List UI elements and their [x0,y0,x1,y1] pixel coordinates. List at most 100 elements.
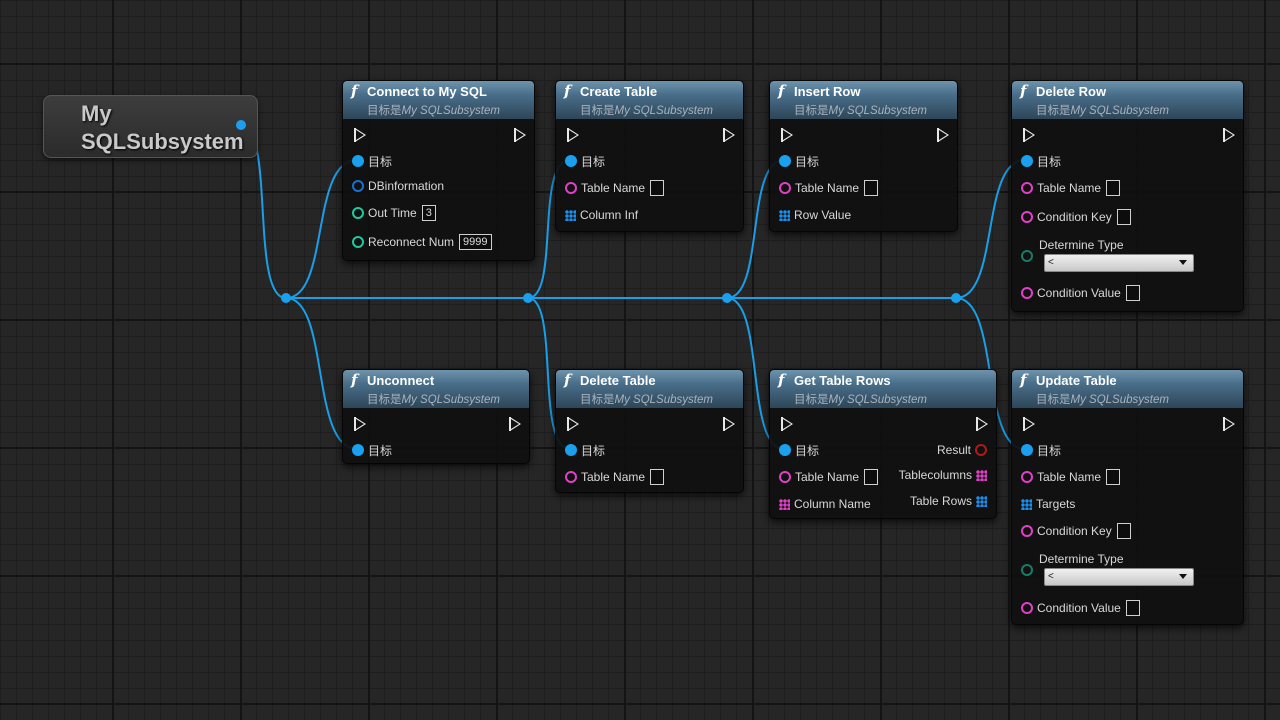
condition-key-pin[interactable] [1021,211,1033,223]
determine-type-pin[interactable] [1021,564,1033,576]
exec-out-pin[interactable] [1223,128,1235,142]
table-name-pin[interactable] [565,182,577,194]
node-header: f Connect to My SQL 目标是My SQLSubsystem [343,81,534,119]
exec-in-pin[interactable] [1023,128,1035,142]
determine-type-label: Determine Type [1039,238,1124,252]
table-rows-pin[interactable] [976,495,987,507]
out-time-pin[interactable] [352,207,364,219]
node-unconnect[interactable]: f Unconnect 目标是My SQLSubsystem 目标 [342,369,530,464]
node-delete-row[interactable]: f Delete Row 目标是My SQLSubsystem 目标 Table… [1011,80,1244,312]
table-name-pin[interactable] [1021,471,1033,483]
target-pin-row: 目标 [565,151,605,171]
condition-key-input[interactable] [1116,523,1131,539]
table-name-pin-row: Table Name [779,178,879,198]
table-name-pin[interactable] [1021,182,1033,194]
dbinfo-pin[interactable] [352,180,364,192]
exec-in-pin[interactable] [354,417,366,431]
node-subtitle: 目标是My SQLSubsystem [367,105,500,117]
condition-value-pin-row: Condition Value [1021,598,1140,618]
node-subtitle: 目标是My SQLSubsystem [1036,105,1169,117]
column-inf-pin[interactable] [565,209,576,221]
exec-in-pin[interactable] [1023,417,1035,431]
table-name-input[interactable] [650,469,665,485]
condition-value-pin[interactable] [1021,602,1033,614]
reconnect-num-input[interactable]: 9999 [459,234,492,250]
condition-value-pin-row: Condition Value [1021,283,1140,303]
target-pin[interactable] [1021,155,1033,167]
condition-value-pin[interactable] [1021,287,1033,299]
tablecolumns-pin[interactable] [976,469,987,481]
reconnect-num-pin[interactable] [352,236,364,248]
condition-value-input[interactable] [1125,600,1140,616]
out-time-input[interactable]: 3 [421,205,436,221]
target-pin[interactable] [779,444,791,456]
target-pin[interactable] [565,444,577,456]
target-pin[interactable] [352,444,364,456]
node-subtitle: 目标是My SQLSubsystem [367,394,500,406]
table-name-pin-row: Table Name [565,178,665,198]
node-header: f Get Table Rows 目标是My SQLSubsystem [770,370,996,408]
column-name-pin[interactable] [779,498,790,510]
node-create-table[interactable]: f Create Table 目标是My SQLSubsystem 目标 Tab… [555,80,744,232]
result-pin[interactable] [975,444,987,456]
table-name-pin[interactable] [565,471,577,483]
column-name-pin-row: Column Name [779,494,871,514]
subsystem-output-pin[interactable] [236,120,246,130]
function-icon: f [351,82,358,100]
exec-out-pin[interactable] [723,417,735,431]
node-update-table[interactable]: f Update Table 目标是My SQLSubsystem 目标 Tab… [1011,369,1244,625]
targets-pin-row: Targets [1021,494,1075,514]
row-value-pin[interactable] [779,209,790,221]
table-rows-pin-row: Table Rows [910,491,987,511]
exec-in-pin[interactable] [781,417,793,431]
node-header: f Create Table 目标是My SQLSubsystem [556,81,743,119]
table-name-pin[interactable] [779,182,791,194]
subsystem-reference-node[interactable]: My SQLSubsystem [43,95,258,158]
row-value-pin-row: Row Value [779,205,851,225]
node-insert-row[interactable]: f Insert Row 目标是My SQLSubsystem 目标 Table… [769,80,958,232]
exec-out-pin[interactable] [937,128,949,142]
exec-in-pin[interactable] [354,128,366,142]
targets-pin[interactable] [1021,498,1032,510]
chevron-down-icon [1179,574,1187,579]
condition-key-pin-row: Condition Key [1021,207,1131,227]
target-pin[interactable] [779,155,791,167]
dbinfo-pin-row: DBinformation [352,176,444,196]
target-pin-row: 目标 [565,440,605,460]
node-connect-to-mysql[interactable]: f Connect to My SQL 目标是My SQLSubsystem 目… [342,80,535,261]
condition-key-pin[interactable] [1021,525,1033,537]
exec-in-pin[interactable] [567,417,579,431]
determine-type-select[interactable]: < [1044,568,1194,586]
target-pin[interactable] [1021,444,1033,456]
node-header: f Insert Row 目标是My SQLSubsystem [770,81,957,119]
target-pin-row: 目标 [779,440,819,460]
table-name-input[interactable] [650,180,665,196]
exec-out-pin[interactable] [1223,417,1235,431]
target-pin[interactable] [565,155,577,167]
function-icon: f [778,82,785,100]
exec-out-pin[interactable] [976,417,988,431]
node-title: Update Table [1036,373,1117,388]
node-title: Connect to My SQL [367,84,487,99]
node-get-table-rows[interactable]: f Get Table Rows 目标是My SQLSubsystem 目标 T… [769,369,997,519]
determine-type-pin[interactable] [1021,250,1033,262]
condition-value-input[interactable] [1125,285,1140,301]
target-pin-row: 目标 [1021,440,1061,460]
table-name-input[interactable] [864,469,879,485]
target-pin[interactable] [352,155,364,167]
node-title: Insert Row [794,84,861,99]
condition-key-input[interactable] [1116,209,1131,225]
table-name-input[interactable] [1106,180,1121,196]
table-name-pin[interactable] [779,471,791,483]
exec-out-pin[interactable] [514,128,526,142]
node-delete-table[interactable]: f Delete Table 目标是My SQLSubsystem 目标 Tab… [555,369,744,493]
determine-type-select[interactable]: < [1044,254,1194,272]
table-name-input[interactable] [864,180,879,196]
exec-in-pin[interactable] [781,128,793,142]
function-icon: f [564,371,571,389]
reconnect-pin-row: Reconnect Num 9999 [352,232,492,252]
exec-in-pin[interactable] [567,128,579,142]
table-name-input[interactable] [1106,469,1121,485]
exec-out-pin[interactable] [509,417,521,431]
exec-out-pin[interactable] [723,128,735,142]
